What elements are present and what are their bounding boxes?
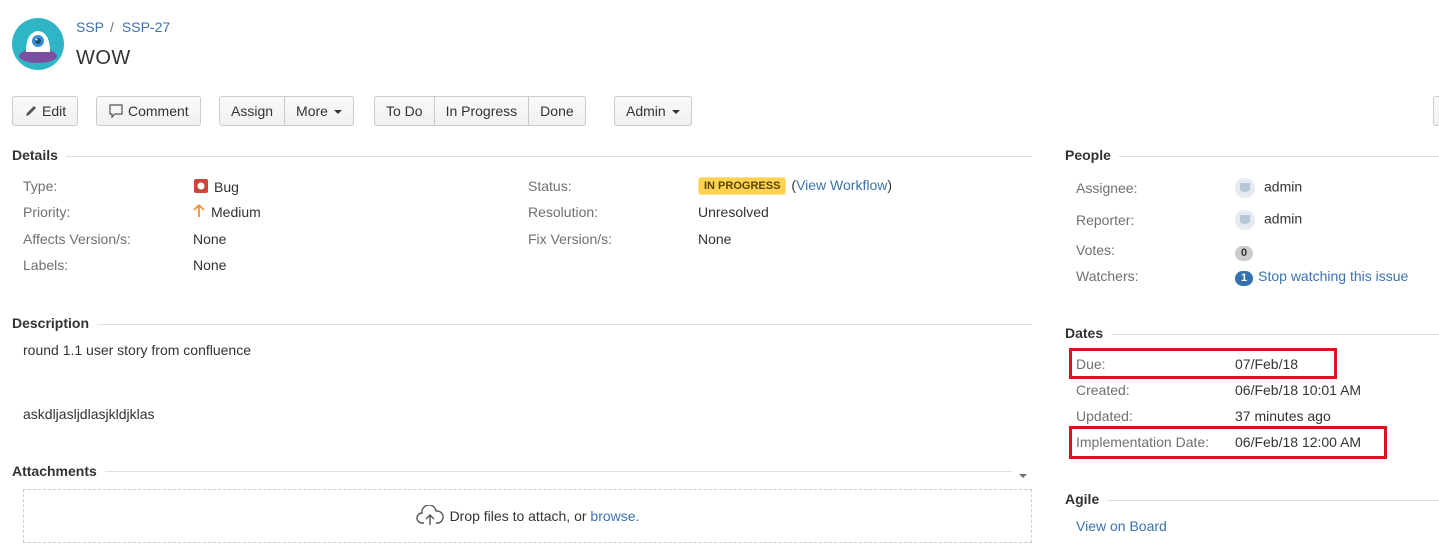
chevron-down-icon [333, 110, 342, 115]
options-button[interactable] [1433, 96, 1439, 126]
priority-value-text: Medium [211, 204, 261, 220]
dates-divider [1065, 334, 1439, 335]
priority-value: Medium [193, 204, 261, 221]
todo-button[interactable]: To Do [374, 96, 435, 126]
comment-icon [108, 100, 124, 128]
bug-icon [193, 178, 209, 197]
view-on-board-link[interactable]: View on Board [1076, 518, 1167, 534]
fix-version-label: Fix Version/s: [528, 231, 613, 247]
breadcrumb-project-link[interactable]: SSP [76, 19, 104, 35]
description-divider [12, 324, 1032, 325]
in-progress-button[interactable]: In Progress [434, 96, 530, 126]
assignee-name: admin [1264, 178, 1303, 195]
cloud-upload-icon [415, 496, 444, 548]
done-button[interactable]: Done [529, 96, 586, 126]
people-heading: People [1065, 147, 1119, 163]
implementation-date-highlight-box [1069, 426, 1387, 459]
dropzone-text: Drop files to attach, or [449, 508, 591, 524]
workflow-close-paren: ) [887, 177, 893, 193]
status-value: IN PROGRESS (View Workflow) [698, 177, 892, 195]
attachments-heading: Attachments [12, 463, 105, 479]
comment-button-label: Comment [128, 103, 189, 119]
type-value: Bug [193, 178, 239, 197]
updated-value: 37 minutes ago [1235, 408, 1331, 424]
affects-version-value: None [193, 231, 227, 247]
project-avatar-icon [12, 18, 64, 70]
browse-link[interactable]: browse. [590, 508, 639, 524]
edit-button-label: Edit [42, 103, 67, 119]
reporter-label: Reporter: [1076, 212, 1135, 228]
reporter-name: admin [1264, 210, 1303, 227]
assignee-label: Assignee: [1076, 180, 1138, 196]
votes-count-badge: 0 [1235, 246, 1254, 261]
labels-value[interactable]: None [193, 257, 226, 273]
stop-watching-link[interactable]: Stop watching this issue [1258, 268, 1408, 284]
watchers-value: 1 Stop watching this issue [1235, 268, 1408, 286]
resolution-label: Resolution: [528, 204, 599, 220]
details-divider [12, 156, 1032, 157]
dates-heading: Dates [1065, 325, 1112, 341]
comment-button[interactable]: Comment [96, 96, 201, 126]
admin-button-label: Admin [626, 103, 666, 119]
admin-button[interactable]: Admin [614, 96, 692, 126]
attachments-options-icon[interactable] [1018, 467, 1028, 483]
more-button-label: More [296, 103, 328, 119]
agile-heading: Agile [1065, 491, 1108, 507]
type-label: Type: [23, 178, 58, 194]
reporter-value[interactable]: admin [1235, 210, 1302, 230]
description-heading: Description [12, 315, 98, 331]
type-value-text: Bug [214, 179, 239, 195]
affects-version-label: Affects Version/s: [23, 231, 131, 247]
fix-version-value: None [698, 231, 732, 247]
labels-label: Labels: [23, 257, 69, 273]
assign-button[interactable]: Assign [219, 96, 286, 126]
resolution-value: Unresolved [698, 204, 769, 220]
attachments-divider [12, 471, 1012, 472]
transition-group: To Do In Progress Done [374, 96, 586, 126]
breadcrumb-separator: / [110, 19, 114, 35]
watchers-label: Watchers: [1076, 268, 1139, 284]
edit-button[interactable]: Edit [12, 96, 79, 127]
arrow-up-icon [193, 204, 205, 221]
description-line-2[interactable]: askdljasljdlasjkldjklas [23, 406, 155, 422]
status-badge: IN PROGRESS [698, 177, 787, 195]
issue-title[interactable]: WOW [76, 47, 131, 70]
reporter-avatar [1235, 210, 1255, 230]
breadcrumb-issue-link[interactable]: SSP-27 [122, 19, 170, 35]
votes-label: Votes: [1076, 242, 1115, 258]
assignee-avatar [1235, 178, 1255, 198]
chevron-down-icon [671, 110, 680, 115]
workflow-actions-group: Assign More [219, 96, 354, 126]
created-label: Created: [1076, 382, 1130, 398]
people-divider [1065, 156, 1439, 157]
assignee-value[interactable]: admin [1235, 178, 1302, 198]
watchers-count-badge[interactable]: 1 [1235, 271, 1254, 286]
updated-label: Updated: [1076, 408, 1133, 424]
votes-value[interactable]: 0 [1235, 243, 1254, 261]
project-avatar[interactable] [12, 18, 64, 70]
priority-label: Priority: [23, 204, 71, 220]
pencil-icon [24, 99, 38, 127]
view-workflow-link[interactable]: View Workflow [796, 177, 887, 193]
description-line-1[interactable]: round 1.1 user story from confluence [23, 342, 251, 358]
agile-divider [1065, 500, 1439, 501]
created-value: 06/Feb/18 10:01 AM [1235, 382, 1362, 398]
due-highlight-box [1069, 348, 1337, 379]
attachment-dropzone[interactable]: Drop files to attach, or browse. [23, 489, 1032, 543]
more-button[interactable]: More [285, 96, 354, 126]
details-heading: Details [12, 147, 66, 163]
status-label: Status: [528, 178, 572, 194]
breadcrumb: SSP / SSP-27 [76, 19, 170, 35]
